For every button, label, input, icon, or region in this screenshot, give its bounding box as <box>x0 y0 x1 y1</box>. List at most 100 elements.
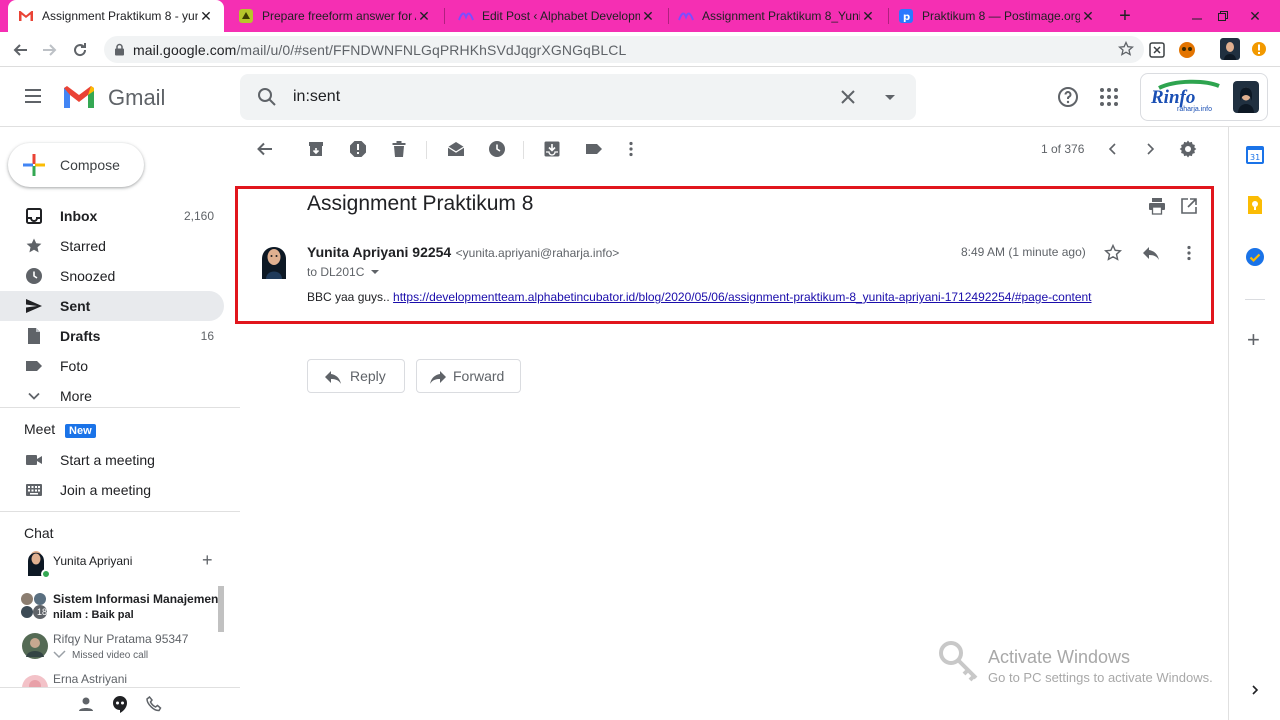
left-sidebar: Compose Inbox 2,160 Starred Snoozed Sent… <box>0 127 240 720</box>
add-chat-icon[interactable]: + <box>202 550 213 571</box>
body-text: BBC yaa guys.. <box>307 290 394 304</box>
owl-extension-icon[interactable] <box>1178 41 1196 59</box>
sidebar-item-foto[interactable]: Foto <box>0 351 224 381</box>
tab-postimage[interactable]: p Praktikum 8 — Postimage.org ✕ <box>888 0 1106 32</box>
clear-search-icon[interactable] <box>836 85 860 109</box>
chat-footer <box>0 687 240 720</box>
close-window-icon[interactable]: ✕ <box>1240 0 1270 32</box>
forward-icon <box>429 369 447 385</box>
start-meeting-item[interactable]: Start a meeting <box>0 445 224 475</box>
search-icon[interactable] <box>255 85 279 109</box>
sidebar-item-inbox[interactable]: Inbox 2,160 <box>0 201 224 231</box>
forward-label: Forward <box>453 368 505 384</box>
forward-button[interactable]: Forward <box>416 359 521 393</box>
show-details-dropdown-icon[interactable] <box>370 267 380 277</box>
draft-icon <box>24 326 44 346</box>
more-vert-icon[interactable] <box>1180 244 1198 262</box>
chat-conversation-item[interactable]: Rifqy Nur Pratama 95347 Missed video cal… <box>0 629 218 665</box>
conversation-preview: Missed video call <box>72 650 149 661</box>
pagination-text: 1 of 376 <box>1041 142 1085 156</box>
sidebar-item-starred[interactable]: Starred <box>0 231 224 261</box>
reply-icon[interactable] <box>1142 244 1160 262</box>
watermark-subtitle: Go to PC settings to activate Windows. <box>988 670 1213 685</box>
label-icon[interactable] <box>582 137 606 161</box>
tab-title: Assignment Praktikum 8 - yunita <box>42 9 198 23</box>
main-menu-icon[interactable] <box>22 85 44 107</box>
print-icon[interactable] <box>1148 197 1166 215</box>
chevron-right-icon[interactable] <box>1249 684 1261 696</box>
reply-button[interactable]: Reply <box>307 359 405 393</box>
sidebar-item-label: Snoozed <box>60 268 116 284</box>
minimize-window-icon[interactable] <box>1186 0 1208 32</box>
search-options-dropdown-icon[interactable] <box>878 85 902 109</box>
more-vert-icon[interactable] <box>619 137 643 161</box>
help-icon[interactable] <box>1056 85 1080 109</box>
account-avatar-icon[interactable] <box>1233 81 1259 113</box>
close-tab-icon[interactable]: ✕ <box>416 8 432 24</box>
trash-icon[interactable] <box>387 137 411 161</box>
back-to-list-icon[interactable] <box>253 137 277 161</box>
report-spam-icon[interactable] <box>346 137 370 161</box>
meet-section-title: Meet New <box>24 421 96 438</box>
profile-avatar-icon[interactable] <box>1220 38 1240 60</box>
gmail-logo-icon[interactable] <box>62 84 96 110</box>
reload-icon[interactable] <box>68 38 92 62</box>
google-apps-icon[interactable] <box>1097 85 1121 109</box>
close-tab-icon[interactable]: ✕ <box>198 8 214 24</box>
organization-logo: Rinfo raharja.info <box>1145 78 1229 116</box>
forward-icon[interactable] <box>38 38 62 62</box>
tab-assignment-post[interactable]: Assignment Praktikum 8_Yunita ✕ <box>668 0 886 32</box>
new-tab-button[interactable]: + <box>1113 4 1137 28</box>
chat-self-row[interactable]: Yunita Apriyani + <box>0 545 240 579</box>
calendar-icon[interactable]: 31 <box>1245 145 1265 165</box>
archive-icon[interactable] <box>304 137 328 161</box>
join-meeting-item[interactable]: Join a meeting <box>0 475 224 505</box>
open-in-new-window-icon[interactable] <box>1180 197 1198 215</box>
sidebar-item-snoozed[interactable]: Snoozed <box>0 261 224 291</box>
draft-count: 16 <box>200 329 214 343</box>
keep-icon[interactable] <box>1246 195 1264 215</box>
older-chevron-icon[interactable] <box>1138 137 1162 161</box>
message-subject: Assignment Praktikum 8 <box>307 192 534 215</box>
close-tab-icon[interactable]: ✕ <box>860 8 876 24</box>
recipient-line[interactable]: to DL201C <box>307 265 380 279</box>
hangouts-chat-icon[interactable] <box>110 694 130 714</box>
star-icon[interactable] <box>1104 244 1122 262</box>
gear-icon[interactable] <box>1176 137 1200 161</box>
move-to-icon[interactable] <box>540 137 564 161</box>
tab-gmail[interactable]: Assignment Praktikum 8 - yunita ✕ <box>8 0 224 32</box>
close-tab-icon[interactable]: ✕ <box>1080 8 1096 24</box>
close-tab-icon[interactable]: ✕ <box>640 8 656 24</box>
tab-edit-post[interactable]: Edit Post ‹ Alphabet Developme ✕ <box>448 0 666 32</box>
restore-window-icon[interactable] <box>1212 0 1234 32</box>
search-bar <box>240 74 916 120</box>
body-link[interactable]: https://developmentteam.alphabetincubato… <box>393 290 1091 304</box>
sender-name[interactable]: Yunita Apriyani 92254 <box>307 244 451 260</box>
sender-line: Yunita Apriyani 92254 <yunita.apriyani@r… <box>307 244 619 262</box>
mark-unread-icon[interactable] <box>444 137 468 161</box>
join-meeting-label: Join a meeting <box>60 482 152 498</box>
update-alert-icon[interactable] <box>1251 41 1267 57</box>
tasks-icon[interactable] <box>1245 247 1265 267</box>
chat-conversation-item[interactable]: 18 Sistem Informasi Manajemen nilam : Ba… <box>0 589 218 625</box>
browser-toolbar: mail.google.com/mail/u/0/#sent/FFNDWNFNL… <box>0 32 1280 67</box>
online-status-dot <box>41 569 51 579</box>
contacts-icon[interactable] <box>78 696 94 712</box>
clock-icon[interactable] <box>485 137 509 161</box>
phone-icon[interactable] <box>146 696 162 712</box>
bookmark-star-icon[interactable] <box>1118 41 1134 57</box>
sidebar-item-sent[interactable]: Sent <box>0 291 224 321</box>
chat-scrollbar[interactable] <box>218 586 224 632</box>
screen-capture-extension-icon[interactable] <box>1148 41 1166 59</box>
address-bar[interactable]: mail.google.com/mail/u/0/#sent/FFNDWNFNL… <box>104 36 1144 63</box>
back-icon[interactable] <box>8 38 32 62</box>
sidebar-item-drafts[interactable]: Drafts 16 <box>0 321 224 351</box>
message-highlight-box: Assignment Praktikum 8 Yunita Apriyani 9… <box>235 186 1214 324</box>
newer-chevron-icon[interactable] <box>1101 137 1125 161</box>
group-member-count: 18 <box>36 607 47 617</box>
compose-button[interactable]: Compose <box>8 143 144 187</box>
tab-brainly[interactable]: Prepare freeform answer for Ass ✕ <box>228 0 442 32</box>
account-switcher[interactable]: Rinfo raharja.info <box>1140 73 1268 121</box>
search-input[interactable] <box>293 86 793 108</box>
add-addon-icon[interactable]: + <box>1247 327 1260 353</box>
